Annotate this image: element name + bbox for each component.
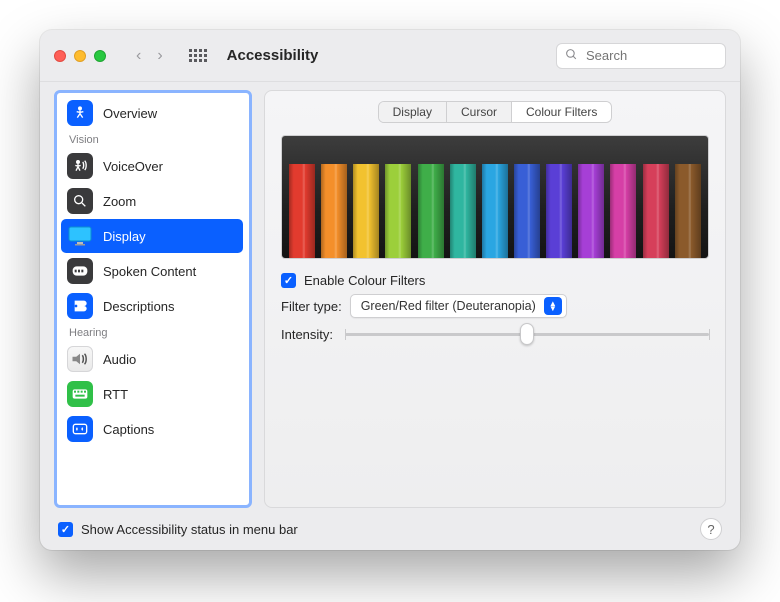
- audio-icon: [67, 346, 93, 372]
- accessibility-window: ‹ › Accessibility Overview Vision VoiceOv…: [40, 30, 740, 550]
- sidebar-item-label: Audio: [103, 352, 136, 367]
- intensity-knob[interactable]: [520, 323, 534, 345]
- sidebar-item-label: VoiceOver: [103, 159, 163, 174]
- voiceover-icon: [67, 153, 93, 179]
- window-controls: [54, 50, 106, 62]
- segmented-control: DisplayCursorColour Filters: [281, 101, 709, 123]
- sidebar-list[interactable]: Overview Vision VoiceOver Zoom Display Sp…: [57, 93, 249, 505]
- rtt-icon: [67, 381, 93, 407]
- sidebar-item-label: Captions: [103, 422, 154, 437]
- filter-type-row: Filter type: Green/Red filter (Deuterano…: [281, 294, 709, 318]
- filter-type-label: Filter type:: [281, 299, 342, 314]
- sidebar-section-vision: Vision: [59, 131, 245, 148]
- sidebar-item-audio[interactable]: Audio: [61, 342, 243, 376]
- sidebar: Overview Vision VoiceOver Zoom Display Sp…: [54, 90, 252, 508]
- preview-pencil: [482, 135, 508, 259]
- filter-type-value: Green/Red filter (Deuteranopia): [361, 299, 536, 313]
- enable-colour-filters-checkbox[interactable]: ✓: [281, 273, 296, 288]
- main: DisplayCursorColour Filters ✓ Enable Col…: [264, 90, 726, 508]
- preview-pencil: [643, 135, 669, 259]
- preview-pencil: [289, 135, 315, 259]
- descriptions-icon: [67, 293, 93, 319]
- sidebar-item-zoom[interactable]: Zoom: [61, 184, 243, 218]
- nav-arrows: ‹ ›: [130, 45, 169, 67]
- preview-pencil: [450, 135, 476, 259]
- preview-pencil: [385, 135, 411, 259]
- sidebar-item-overview[interactable]: Overview: [61, 96, 243, 130]
- toolbar: ‹ › Accessibility: [40, 30, 740, 82]
- preview-pencil: [418, 135, 444, 259]
- forward-button[interactable]: ›: [151, 45, 168, 67]
- window-title: Accessibility: [227, 47, 319, 64]
- preview-pencil: [321, 135, 347, 259]
- preview-pencil: [514, 135, 540, 259]
- tab-colour-filters[interactable]: Colour Filters: [512, 102, 611, 122]
- back-button[interactable]: ‹: [130, 45, 147, 67]
- colour-preview: [281, 135, 709, 259]
- close-button[interactable]: [54, 50, 66, 62]
- sidebar-item-rtt[interactable]: RTT: [61, 377, 243, 411]
- preview-pencil: [578, 135, 604, 259]
- overview-icon: [67, 100, 93, 126]
- sidebar-item-label: Overview: [103, 106, 157, 121]
- search-icon: [565, 48, 578, 64]
- display-icon: [67, 223, 93, 249]
- intensity-row: Intensity:: [281, 324, 709, 344]
- sidebar-item-label: Zoom: [103, 194, 136, 209]
- preview-pencil: [353, 135, 379, 259]
- intensity-label: Intensity:: [281, 327, 333, 342]
- enable-colour-filters-row: ✓ Enable Colour Filters: [281, 273, 709, 288]
- show-status-checkbox[interactable]: ✓: [58, 522, 73, 537]
- spoken-content-icon: [67, 258, 93, 284]
- show-status-label: Show Accessibility status in menu bar: [81, 522, 298, 537]
- chevron-up-down-icon: ▲▼: [544, 297, 562, 315]
- sidebar-section-hearing: Hearing: [59, 324, 245, 341]
- tab-display[interactable]: Display: [379, 102, 447, 122]
- sidebar-item-display[interactable]: Display: [61, 219, 243, 253]
- search-input[interactable]: [584, 47, 717, 64]
- preview-pencil: [546, 135, 572, 259]
- preview-pencil: [675, 135, 701, 259]
- intensity-slider[interactable]: [345, 324, 709, 344]
- all-preferences-button[interactable]: [189, 49, 207, 63]
- preview-pencil: [610, 135, 636, 259]
- body: Overview Vision VoiceOver Zoom Display Sp…: [40, 82, 740, 508]
- enable-colour-filters-label: Enable Colour Filters: [304, 273, 425, 288]
- tab-cursor[interactable]: Cursor: [447, 102, 512, 122]
- sidebar-item-label: Spoken Content: [103, 264, 196, 279]
- minimize-button[interactable]: [74, 50, 86, 62]
- sidebar-item-label: Display: [103, 229, 146, 244]
- sidebar-item-descriptions[interactable]: Descriptions: [61, 289, 243, 323]
- preference-pane: DisplayCursorColour Filters ✓ Enable Col…: [264, 90, 726, 508]
- footer: ✓ Show Accessibility status in menu bar …: [40, 508, 740, 550]
- sidebar-item-captions[interactable]: Captions: [61, 412, 243, 446]
- zoom-button[interactable]: [94, 50, 106, 62]
- sidebar-item-spoken-content[interactable]: Spoken Content: [61, 254, 243, 288]
- help-button[interactable]: ?: [700, 518, 722, 540]
- sidebar-item-voiceover[interactable]: VoiceOver: [61, 149, 243, 183]
- search-field[interactable]: [556, 43, 726, 69]
- sidebar-item-label: Descriptions: [103, 299, 175, 314]
- captions-icon: [67, 416, 93, 442]
- sidebar-item-label: RTT: [103, 387, 128, 402]
- zoom-icon: [67, 188, 93, 214]
- filter-type-select[interactable]: Green/Red filter (Deuteranopia) ▲▼: [350, 294, 567, 318]
